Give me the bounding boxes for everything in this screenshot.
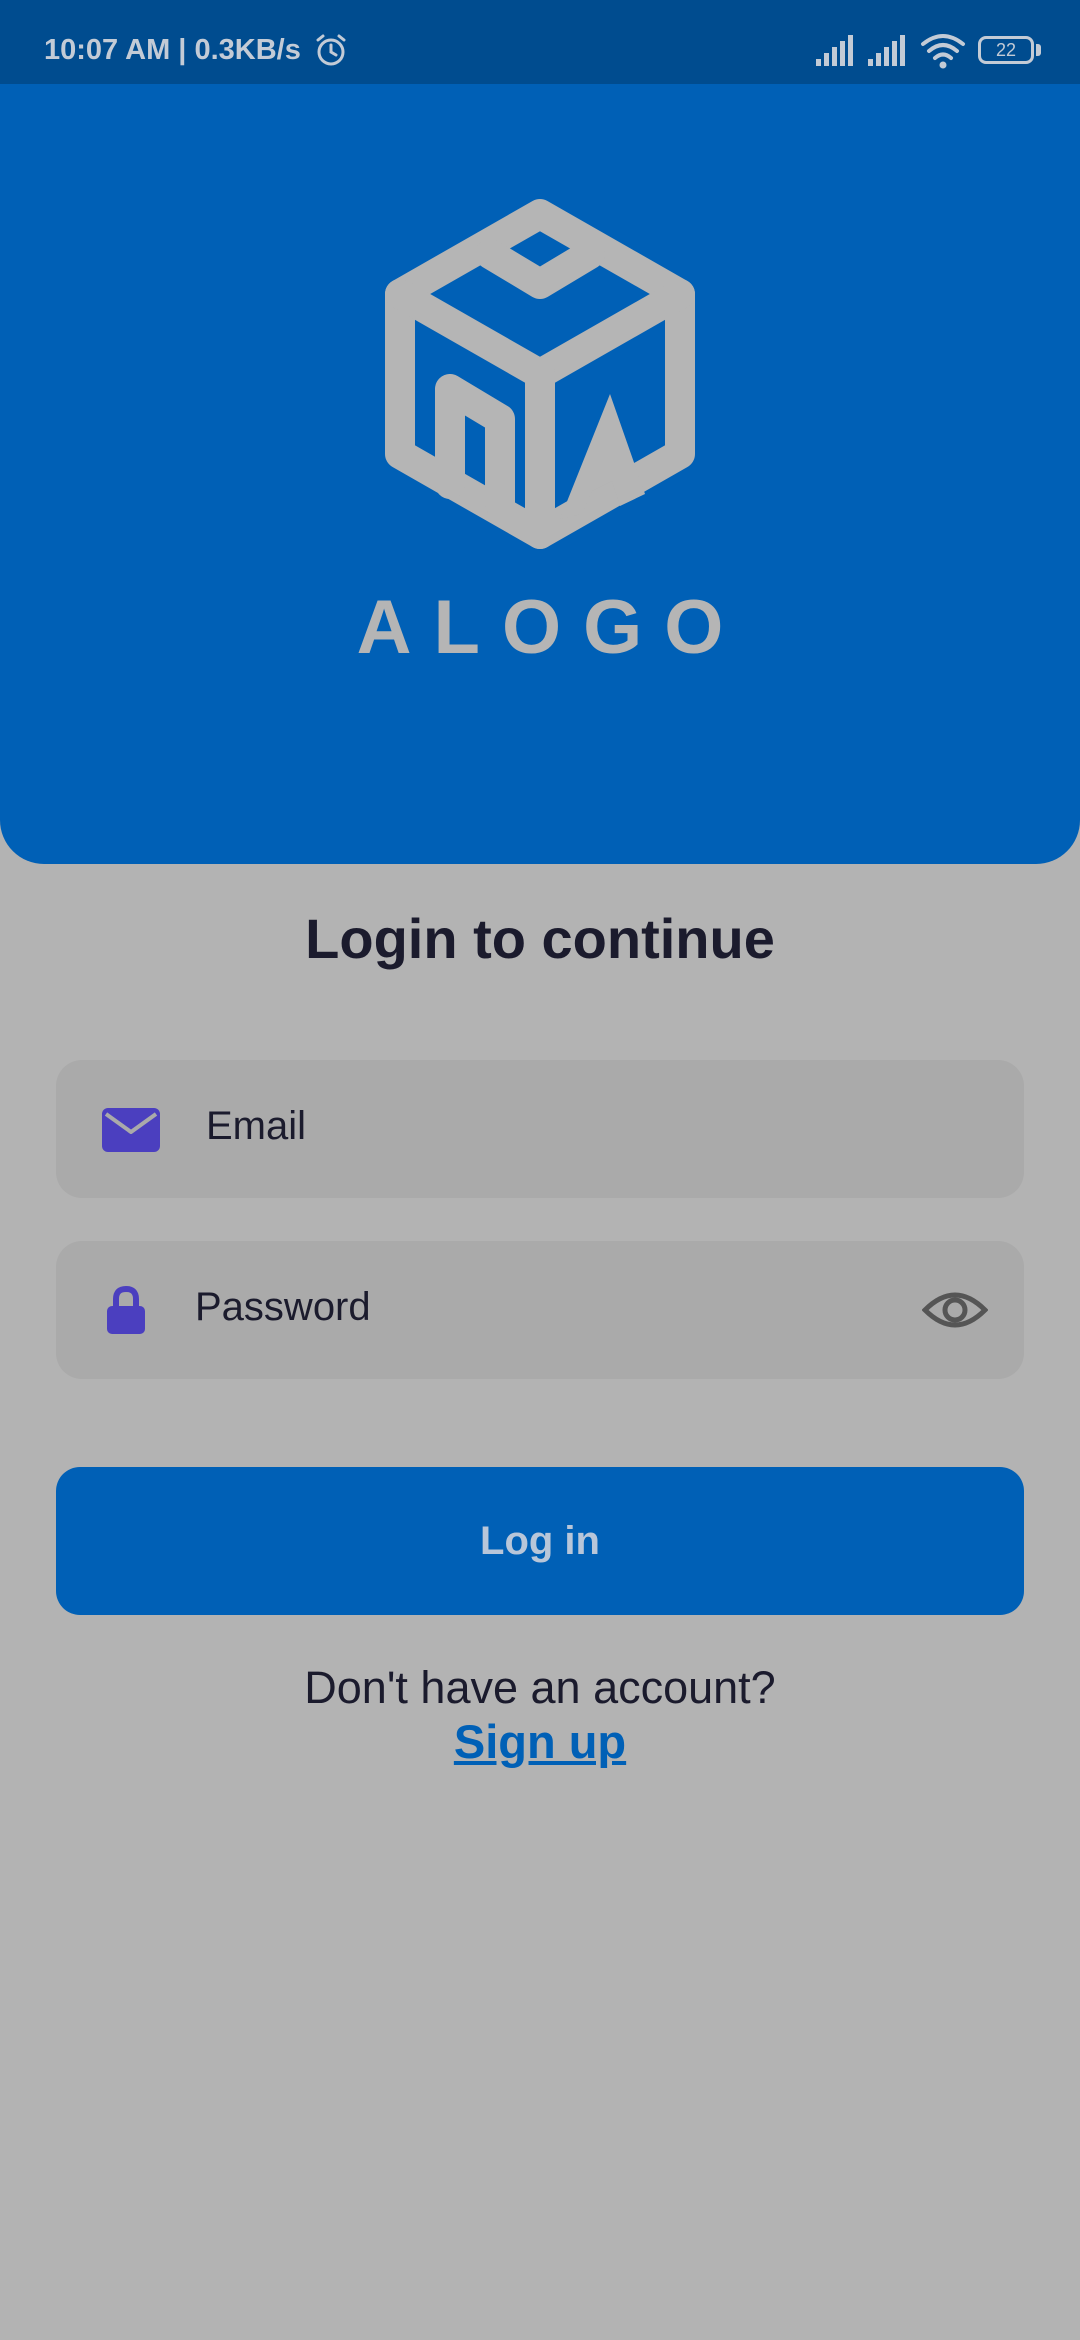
wifi-icon: [921, 34, 965, 69]
logo-text: ALOGO: [356, 585, 746, 670]
no-account-text: Don't have an account?: [304, 1662, 776, 1713]
eye-icon[interactable]: [922, 1285, 988, 1335]
signal-icon: [816, 35, 853, 66]
signup-link[interactable]: Sign up: [0, 1714, 1080, 1769]
mail-icon: [102, 1108, 160, 1152]
password-field[interactable]: Password: [56, 1241, 1024, 1379]
battery-tip: [1036, 44, 1041, 56]
status-time-speed: 10:07 AM | 0.3KB/s: [44, 34, 301, 66]
password-placeholder: Password: [195, 1285, 371, 1329]
email-placeholder: Email: [206, 1104, 307, 1148]
email-field[interactable]: Email: [56, 1060, 1024, 1198]
signal-icon: [868, 35, 905, 66]
battery-icon: 22: [978, 36, 1034, 64]
hero-header: ALOGO: [0, 84, 1080, 864]
lock-icon: [107, 1285, 145, 1334]
page-title: Login to continue: [305, 907, 775, 970]
battery-level: 22: [995, 40, 1017, 60]
alarm-icon: [316, 34, 346, 66]
login-button[interactable]: Log in: [56, 1467, 1024, 1615]
cube-logo-icon: [385, 199, 695, 549]
status-bar: 10:07 AM | 0.3KB/s 22: [0, 0, 1080, 84]
